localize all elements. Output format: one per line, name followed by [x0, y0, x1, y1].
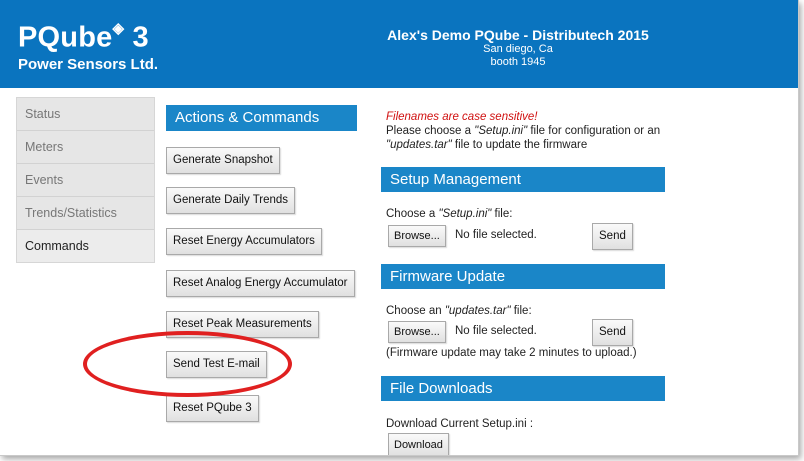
info-line-1: Please choose a "Setup.ini" file for con… [386, 125, 660, 137]
firmware-send-button[interactable]: Send [592, 319, 633, 346]
setup-file-status: No file selected. [455, 229, 537, 241]
info-line-2-updates-file: "updates.tar" [386, 139, 452, 151]
info-line-2: "updates.tar" file to update the firmwar… [386, 139, 587, 151]
app-frame: PQube◈ 3 Power Sensors Ltd. Alex's Demo … [0, 0, 799, 456]
firmware-update-heading: Firmware Update [381, 264, 665, 289]
sidebar-item-meters[interactable]: Meters [17, 131, 154, 164]
highlight-circle [83, 331, 292, 397]
device-info: Alex's Demo PQube - Distributech 2015 Sa… [318, 27, 718, 69]
setup-management-heading: Setup Management [381, 167, 665, 192]
info-line-1-setup-file: "Setup.ini" [474, 125, 528, 137]
product-name: PQube [18, 21, 113, 54]
reset-analog-energy-accumulator-button[interactable]: Reset Analog Energy Accumulator [166, 270, 355, 297]
company-name: Power Sensors Ltd. [18, 55, 159, 73]
download-label: Download Current Setup.ini : [386, 418, 534, 430]
reset-energy-accumulators-button[interactable]: Reset Energy Accumulators [166, 228, 322, 255]
case-sensitive-warning: Filenames are case sensitive! [386, 111, 538, 123]
product-title: PQube◈ 3 [18, 16, 158, 54]
product-number: 3 [124, 21, 149, 54]
reset-pqube-button[interactable]: Reset PQube 3 [166, 395, 259, 422]
setup-send-button[interactable]: Send [592, 223, 633, 250]
firmware-choose-c: file: [510, 305, 532, 317]
device-location: San diego, Ca [483, 43, 553, 55]
firmware-note: (Firmware update may take 2 minutes to u… [386, 347, 637, 359]
setup-choose-label: Choose a "Setup.ini" file: [386, 208, 512, 220]
firmware-choose-a: Choose an [386, 305, 445, 317]
info-line-1-c: file for configuration or an [527, 125, 661, 137]
sidebar-nav: Status Meters Events Trends/Statistics C… [16, 97, 155, 263]
setup-choose-c: file: [491, 208, 513, 220]
setup-browse-button[interactable]: Browse... [388, 225, 446, 247]
sidebar-item-commands[interactable]: Commands [17, 230, 154, 262]
generate-snapshot-button[interactable]: Generate Snapshot [166, 147, 280, 174]
sidebar-item-status[interactable]: Status [17, 98, 154, 131]
sidebar-item-events[interactable]: Events [17, 164, 154, 197]
setup-choose-file: "Setup.ini" [438, 208, 492, 220]
page-header: PQube◈ 3 Power Sensors Ltd. Alex's Demo … [0, 0, 798, 88]
firmware-choose-file: "updates.tar" [444, 305, 511, 317]
device-name: Alex's Demo PQube - Distributech 2015 [387, 27, 649, 43]
sidebar-item-trends-statistics[interactable]: Trends/Statistics [17, 197, 154, 230]
setup-choose-a: Choose a [386, 208, 439, 220]
info-line-1-a: Please choose a [386, 125, 475, 137]
generate-daily-trends-button[interactable]: Generate Daily Trends [166, 187, 296, 214]
info-line-2-b: file to update the firmware [451, 139, 588, 151]
download-button[interactable]: Download [388, 433, 449, 455]
file-downloads-heading: File Downloads [381, 376, 665, 401]
product-mark: ◈ [112, 20, 125, 37]
actions-commands-heading: Actions & Commands [166, 105, 357, 131]
firmware-choose-label: Choose an "updates.tar" file: [386, 305, 532, 317]
brand-logo: PQube◈ 3 Power Sensors Ltd. [18, 16, 158, 73]
firmware-file-status: No file selected. [455, 325, 537, 337]
firmware-browse-button[interactable]: Browse... [388, 321, 446, 343]
device-booth: booth 1945 [490, 56, 546, 68]
